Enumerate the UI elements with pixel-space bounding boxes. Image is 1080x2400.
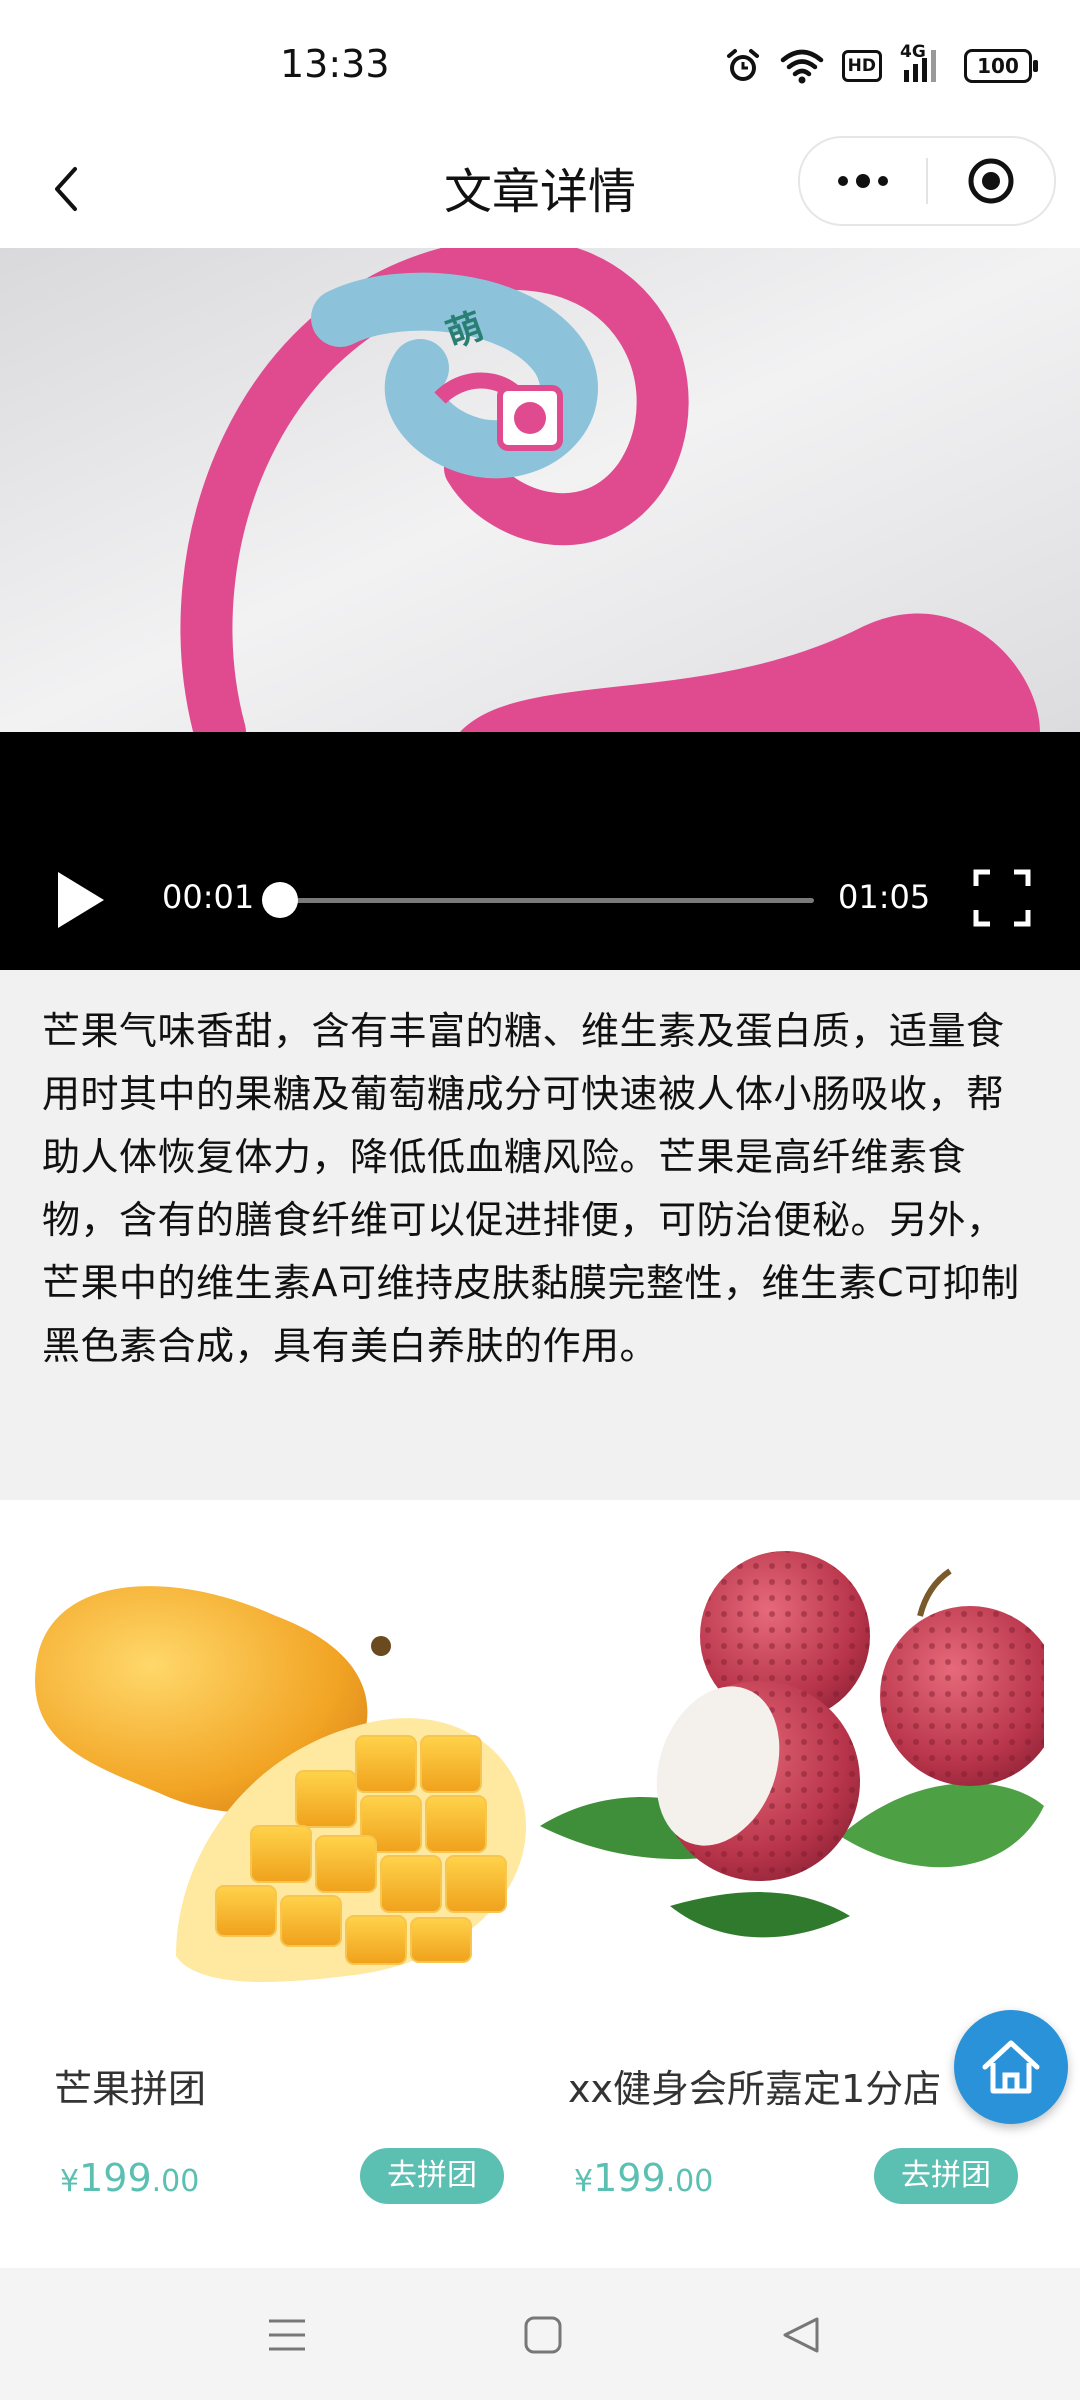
fullscreen-button[interactable] [972,868,1032,928]
play-icon [58,872,104,928]
alarm-icon [724,47,762,85]
play-button[interactable] [50,870,110,930]
battery-icon: 100 [964,49,1038,83]
product-name[interactable]: 芒果拼团 [54,2058,206,2113]
system-menu-button[interactable] [262,2310,312,2360]
status-bar: 13:33 HD 4G 100 [0,0,1080,130]
join-group-button[interactable]: 去拼团 [360,2148,504,2204]
system-nav-bar [0,2268,1080,2400]
system-home-button[interactable] [518,2310,568,2360]
lychee-illustration [540,1551,1044,1938]
hd-icon: HD [841,50,882,82]
article-section: 芒果气味香甜，含有丰富的糖、维生素及蛋白质，适量食用时其中的果糖及葡萄糖成分可快… [0,970,1080,1500]
video-frame[interactable]: 萌 [0,248,1080,732]
price-currency: ¥ [574,2164,594,2199]
current-time: 00:01 [162,878,255,916]
price-integer: 199 [593,2156,666,2200]
menu-icon [269,2319,305,2351]
nav-bar: 文章详情 [0,130,1080,248]
video-player[interactable]: 萌 00:01 01:05 [0,248,1080,970]
product-card[interactable]: xx健身会所嘉定1分店 ¥199.00 去拼团 [540,1500,1044,2240]
more-button[interactable] [800,138,926,224]
price-integer: 199 [79,2156,152,2200]
price-decimal: .00 [665,2164,714,2199]
join-group-button[interactable]: 去拼团 [874,2148,1018,2204]
home-icon [982,2040,1040,2094]
target-icon [968,158,1014,204]
home-square-icon [524,2316,562,2354]
network-label: 4G [900,42,926,62]
product-image-mango[interactable] [26,1526,530,2000]
product-image-lychee[interactable] [540,1526,1044,2000]
mango-illustration [35,1586,526,1982]
product-price: ¥199.00 [574,2156,713,2200]
product-grid: 芒果拼团 ¥199.00 去拼团 xx健身会所嘉定1分店 ¥199.00 去拼团 [0,1500,1080,2268]
wifi-icon [780,48,824,84]
price-decimal: .00 [151,2164,200,2199]
product-name[interactable]: xx健身会所嘉定1分店 [568,2058,941,2113]
fullscreen-icon [973,869,1031,927]
back-triangle-icon [783,2317,819,2353]
status-time: 13:33 [280,42,390,86]
progress-thumb[interactable] [262,882,299,918]
progress-track[interactable] [262,898,814,903]
status-icons: HD 4G 100 [724,42,1038,86]
signal-4g-icon: 4G [900,42,946,86]
product-card[interactable]: 芒果拼团 ¥199.00 去拼团 [26,1500,530,2240]
article-body: 芒果气味香甜，含有丰富的糖、维生素及蛋白质，适量食用时其中的果糖及葡萄糖成分可快… [42,1009,1020,1368]
duration: 01:05 [838,878,931,916]
home-floating-button[interactable] [954,2010,1068,2124]
price-currency: ¥ [60,2164,80,2199]
video-controls: 00:01 01:05 [0,842,1080,952]
mini-program-capsule [798,136,1056,226]
video-thumbnail-graphic: 萌 [0,248,1080,732]
system-back-button[interactable] [776,2310,826,2360]
product-price: ¥199.00 [60,2156,199,2200]
more-dots-icon [838,174,888,188]
close-miniprogram-button[interactable] [928,138,1054,224]
